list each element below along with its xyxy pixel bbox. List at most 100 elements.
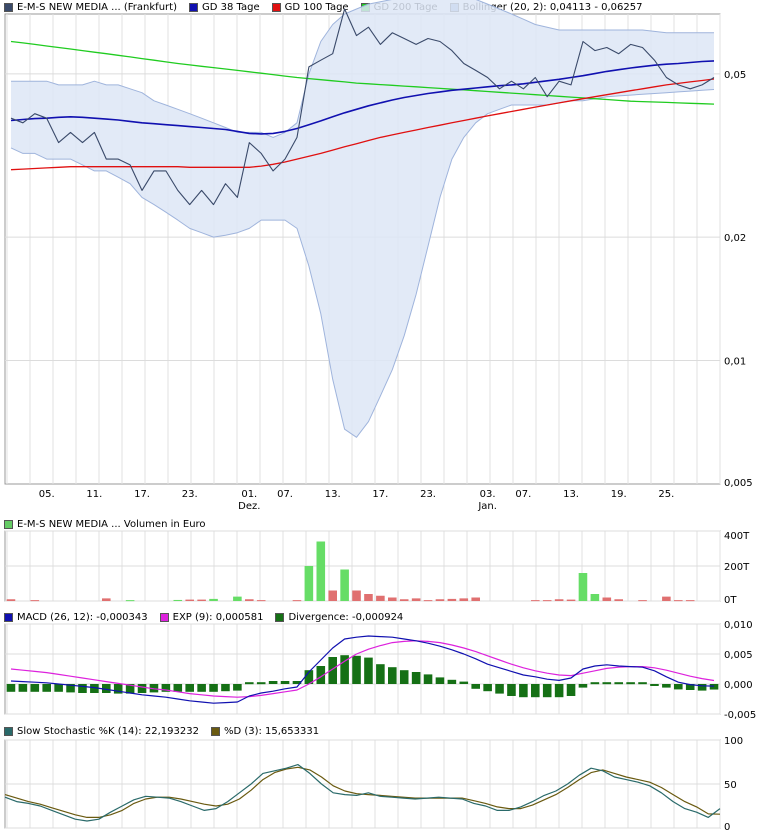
divergence-bar <box>54 684 63 692</box>
volume-bar <box>674 600 683 602</box>
divergence-bar <box>42 684 51 692</box>
volume-bar <box>685 600 695 602</box>
volume-bar <box>6 599 16 601</box>
volume-bar <box>256 600 266 602</box>
volume-bar <box>638 600 647 602</box>
price-x-tick-label: 01. <box>241 489 257 500</box>
divergence-bar <box>6 684 16 692</box>
volume-bar <box>292 600 302 602</box>
macd-y-tick-label: 0,005 <box>724 650 753 661</box>
divergence-bar <box>352 655 361 684</box>
stochastic-chart: 0 50 100 <box>4 736 743 833</box>
divergence-bar <box>30 684 40 692</box>
volume-bar <box>173 599 183 601</box>
divergence-bar <box>233 684 242 691</box>
divergence-bar <box>542 684 552 698</box>
divergence-bar <box>245 682 254 685</box>
volume-bar <box>435 599 445 601</box>
divergence-bar <box>137 684 147 693</box>
divergence-bar <box>364 657 373 684</box>
volume-bar <box>304 566 314 601</box>
divergence-bar <box>376 664 385 684</box>
volume-chart: 0T 200T 400T <box>4 530 750 606</box>
macd-y-tick-label: -0,005 <box>724 710 756 721</box>
volume-bar <box>388 597 397 601</box>
divergence-bar <box>662 684 671 688</box>
price-x-tick-label: 23. <box>420 489 436 500</box>
price-x-tick-label: 07. <box>277 489 293 500</box>
divergence-bar <box>435 677 445 684</box>
divergence-bar <box>554 684 564 698</box>
macd-y-tick-label: 0,000 <box>724 680 753 691</box>
volume-bar <box>423 600 433 602</box>
volume-bar <box>554 599 564 601</box>
divergence-bar <box>18 684 28 692</box>
divergence-bar <box>531 684 540 698</box>
volume-bar <box>578 573 588 601</box>
divergence-bar <box>483 684 492 692</box>
divergence-bar <box>709 684 719 690</box>
price-y-tick-label: 0,05 <box>724 70 746 81</box>
volume-bar <box>411 598 421 601</box>
divergence-bar <box>459 681 469 684</box>
volume-bar <box>614 599 623 601</box>
divergence-bar <box>197 684 206 692</box>
divergence-bar <box>650 684 659 686</box>
volume-bar <box>352 590 361 601</box>
volume-bar <box>471 597 480 601</box>
stoch-y-tick-label: 0 <box>724 822 730 833</box>
divergence-bar <box>185 684 194 692</box>
divergence-bar <box>614 682 623 685</box>
volume-bar <box>459 598 469 601</box>
price-x-tick-label: 05. <box>39 489 55 500</box>
price-x-tick-label: 13. <box>563 489 579 500</box>
volume-bar <box>542 600 552 602</box>
price-x-tick-label: 23. <box>182 489 198 500</box>
divergence-bar <box>221 684 230 692</box>
volume-bar <box>125 600 135 602</box>
divergence-bar <box>256 682 266 685</box>
divergence-bar <box>209 684 218 692</box>
divergence-bar <box>519 684 528 698</box>
divergence-bar <box>590 682 600 685</box>
price-x-tick-label: 07. <box>515 489 531 500</box>
price-x-tick-label: 17. <box>134 489 150 500</box>
price-y-tick-label: 0,005 <box>724 478 753 489</box>
divergence-bar <box>173 684 183 692</box>
stoch-y-tick-label: 50 <box>724 780 737 791</box>
divergence-bar <box>399 670 409 684</box>
price-x-tick-label: 17. <box>372 489 388 500</box>
volume-bar <box>30 600 40 602</box>
price-x-tick-label: 13. <box>325 489 341 500</box>
divergence-bar <box>507 684 516 696</box>
volume-bar <box>233 596 242 601</box>
divergence-bar <box>602 682 612 685</box>
volume-bar <box>185 599 194 601</box>
price-x-tick-label: 19. <box>611 489 627 500</box>
price-x-tick-label: 25. <box>658 489 674 500</box>
volume-bar <box>245 599 254 601</box>
volume-bar <box>590 594 600 601</box>
price-y-tick-label: 0,01 <box>724 357 746 368</box>
divergence-bar <box>388 667 397 684</box>
volume-y-tick-label: 200T <box>724 562 750 573</box>
volume-bar <box>531 600 540 602</box>
volume-bar <box>209 598 218 601</box>
volume-bar <box>316 541 326 601</box>
price-x-tick-label: 03. <box>480 489 496 500</box>
divergence-bar <box>423 674 433 684</box>
price-chart: 0,005 0,01 0,02 0,05 05. 11. 17. 23. 01.Dez. 07. 1… <box>4 0 753 512</box>
price-x-tick-label: Dez. <box>238 501 260 512</box>
volume-bar <box>566 599 576 601</box>
macd-y-tick-label: 0,010 <box>724 620 753 631</box>
volume-y-tick-label: 400T <box>724 531 750 542</box>
divergence-bar <box>280 681 290 684</box>
volume-bar <box>399 599 409 601</box>
divergence-bar <box>566 684 576 696</box>
volume-bar <box>102 598 111 601</box>
volume-bar <box>328 590 337 601</box>
volume-bar <box>340 569 349 601</box>
divergence-bar <box>268 681 278 684</box>
divergence-bar <box>78 684 87 693</box>
volume-bar <box>364 594 373 601</box>
